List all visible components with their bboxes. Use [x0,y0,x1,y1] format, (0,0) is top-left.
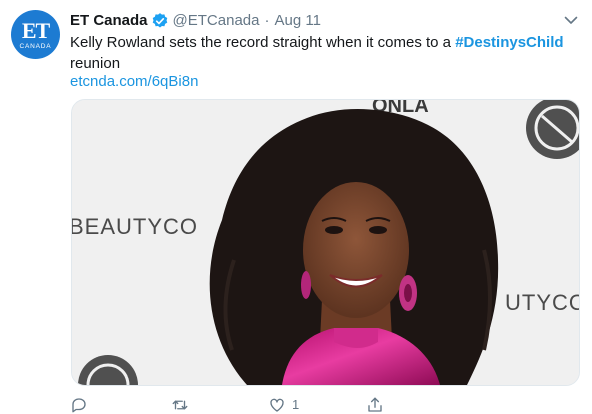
tweet-photo[interactable]: ONLA BEAUTYCO UTYCO [71,99,580,386]
reply-button[interactable] [70,396,88,414]
account-name[interactable]: ET Canada [70,10,148,32]
tweet-date[interactable]: Aug 11 [274,10,320,32]
photo-illustration: ONLA BEAUTYCO UTYCO [72,100,579,385]
header-separator: · [264,12,270,29]
tweet-header: ET Canada @ETCanada · Aug 11 [70,10,321,32]
tweet-link[interactable]: etcnda.com/6qBi8n [70,71,198,92]
heart-icon [270,398,284,412]
reply-icon [72,398,86,413]
tweet[interactable]: ET CANADA ET Canada @ETCanada · Aug 11 K… [0,0,592,414]
tweet-text-continued: reunion [70,55,121,72]
retweet-button[interactable] [171,396,189,414]
share-icon [368,397,382,412]
avatar-logo-subtext: CANADA [19,43,52,50]
account-handle[interactable]: @ETCanada [173,10,260,32]
like-button[interactable]: 1 [268,396,299,414]
chevron-down-icon[interactable] [563,12,579,28]
avatar[interactable]: ET CANADA [11,10,60,59]
share-button[interactable] [366,396,384,414]
retweet-icon [172,400,188,410]
like-count: 1 [292,397,300,412]
hashtag-link[interactable]: #DestinysChild [455,34,563,51]
avatar-logo-text: ET [21,18,50,43]
backdrop-text-left: BEAUTYCO [72,214,198,239]
tweet-actions: 1 [70,396,575,414]
tweet-text: Kelly Rowland sets the record straight w… [70,32,575,74]
backdrop-text-right: UTYCO [505,290,579,315]
tweet-text-body: Kelly Rowland sets the record straight w… [70,34,456,51]
verified-badge-icon [152,13,167,28]
